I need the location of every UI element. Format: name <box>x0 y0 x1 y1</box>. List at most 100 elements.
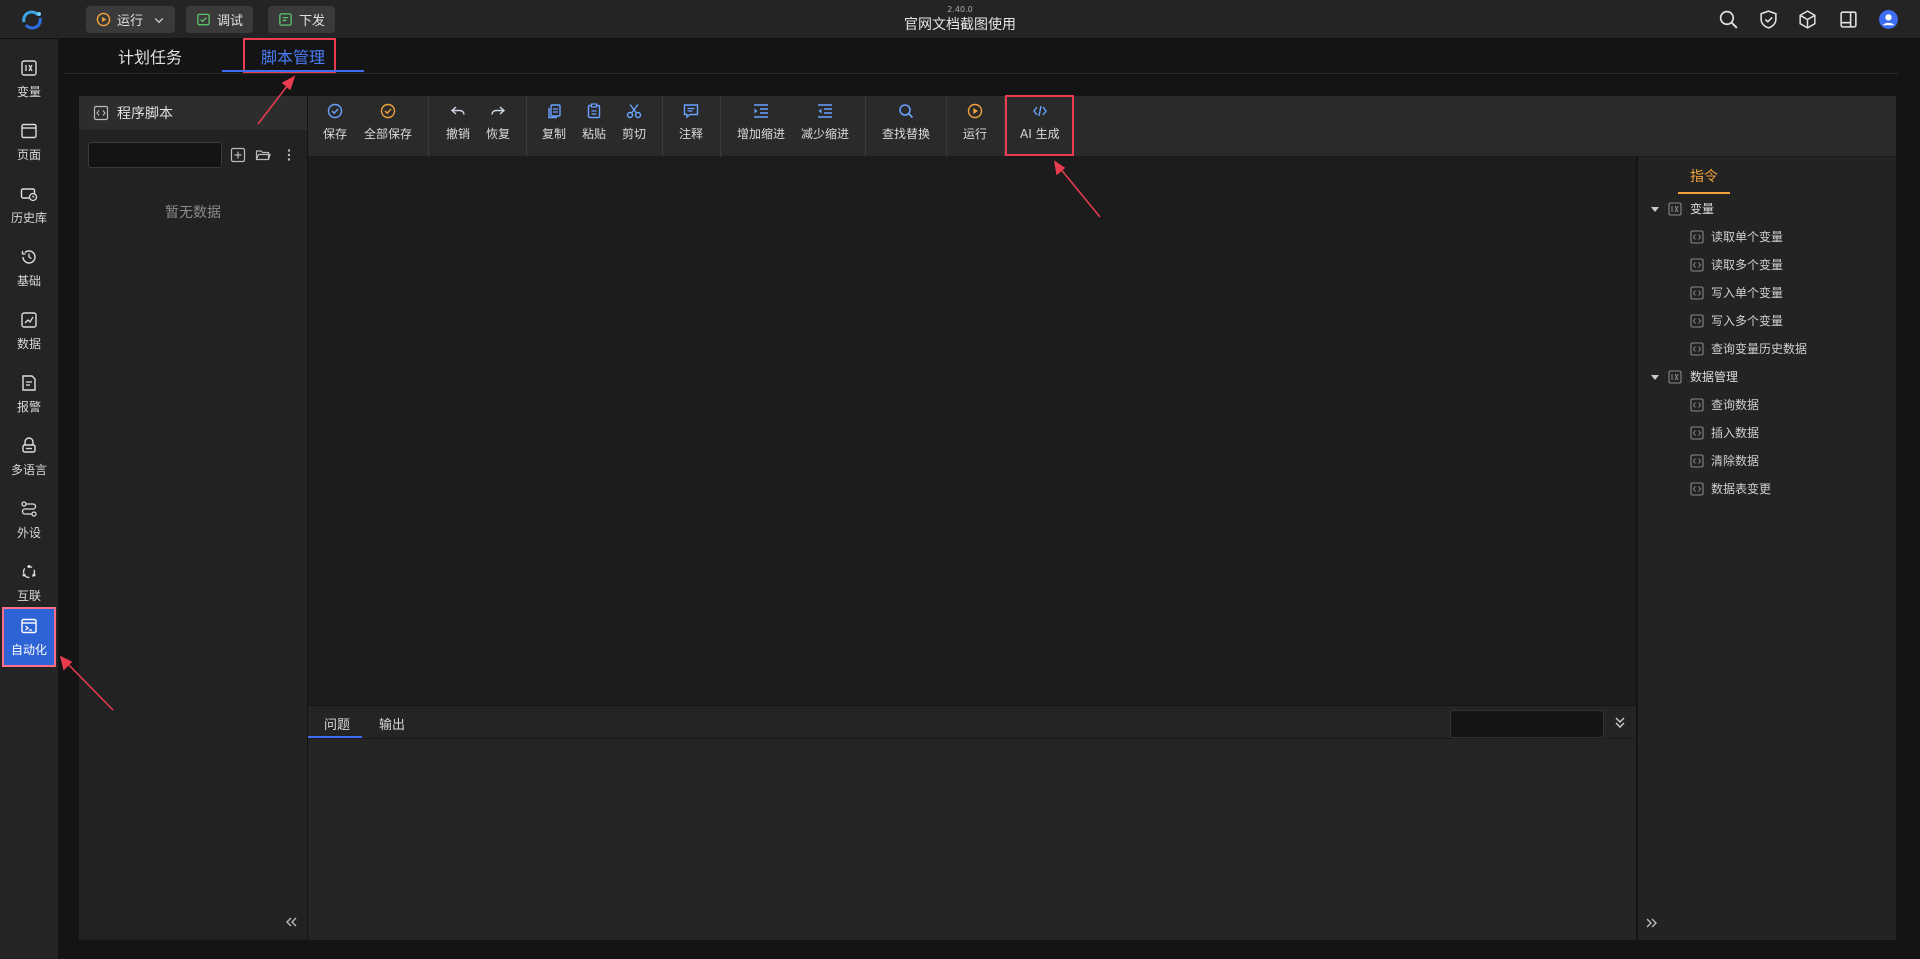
sidebar-item-automation[interactable]: 自动化 <box>2 607 56 667</box>
tab-problems[interactable]: 问题 <box>324 714 350 733</box>
layout-icon[interactable] <box>1838 9 1859 30</box>
sidebar-item-label: 页面 <box>16 147 41 162</box>
copy-icon <box>548 104 561 119</box>
redo-icon <box>491 106 506 115</box>
tree-item-read-single-variable[interactable]: 读取单个变量 <box>1690 228 1783 245</box>
variable-icon <box>21 59 37 76</box>
sidebar-item-history-db[interactable]: 历史库 <box>0 176 58 234</box>
toolbar-divider <box>946 96 947 157</box>
tree-item-label: 读取单个变量 <box>1711 230 1784 244</box>
code-file-icon <box>1690 313 1704 328</box>
tab-plan-tasks[interactable]: 计划任务 <box>118 44 182 68</box>
sidebar-item-label: 历史库 <box>10 210 47 225</box>
indent-button[interactable]: 增加缩进 <box>737 102 785 142</box>
app-version: 2.40.0 <box>947 5 973 14</box>
tree-item-clear-data[interactable]: 清除数据 <box>1690 452 1759 469</box>
user-avatar-icon[interactable] <box>1878 9 1899 30</box>
comment-icon <box>683 104 699 119</box>
tree-item-query-data[interactable]: 查询数据 <box>1690 396 1759 413</box>
tree-item-write-multiple-variables[interactable]: 写入多个变量 <box>1690 312 1783 329</box>
variable-group-icon <box>1668 201 1682 216</box>
code-editor[interactable] <box>308 157 1636 705</box>
tab-output[interactable]: 输出 <box>379 714 405 733</box>
paste-icon <box>587 103 601 119</box>
toolbar-divider <box>720 96 721 157</box>
comment-button[interactable]: 注释 <box>679 102 703 142</box>
script-panel-header: 程序脚本 <box>79 96 307 130</box>
empty-state-text: 暂无数据 <box>165 205 221 221</box>
sidebar-item-label: 互联 <box>16 588 41 603</box>
app-title: 官网文档截图使用 <box>904 17 1016 33</box>
run-script-button[interactable]: 运行 <box>963 102 987 142</box>
package-icon[interactable] <box>1797 9 1818 30</box>
sidebar-item-data[interactable]: 数据 <box>0 302 58 360</box>
outdent-icon <box>818 104 832 118</box>
code-file-icon <box>1690 341 1704 356</box>
redo-button[interactable]: 恢复 <box>486 102 510 142</box>
tree-item-query-variable-history[interactable]: 查询变量历史数据 <box>1690 340 1807 357</box>
caret-down-icon[interactable] <box>1650 204 1660 214</box>
script-search-input[interactable] <box>88 142 222 168</box>
history-db-icon <box>20 187 38 201</box>
tree-item-write-single-variable[interactable]: 写入单个变量 <box>1690 284 1783 301</box>
search-icon[interactable] <box>1718 9 1739 30</box>
tree-item-label: 数据表变更 <box>1711 482 1772 496</box>
tab-script-management[interactable]: 脚本管理 <box>261 44 325 68</box>
ai-code-icon <box>1032 105 1047 117</box>
cut-button[interactable]: 剪切 <box>622 102 646 142</box>
code-file-icon <box>1690 453 1704 468</box>
tree-group-data-management[interactable]: 数据管理 <box>1650 368 1738 385</box>
tree-item-insert-data[interactable]: 插入数据 <box>1690 424 1759 441</box>
toolbar-divider <box>526 96 527 157</box>
more-options-icon[interactable] <box>281 147 297 163</box>
annotation-arrowhead <box>281 75 296 91</box>
toolbar-divider <box>865 96 866 157</box>
sidebar-item-alarm[interactable]: 报警 <box>0 365 58 423</box>
peripheral-icon <box>21 500 37 517</box>
tree-item-label: 读取多个变量 <box>1711 258 1784 272</box>
tree-item-table-change[interactable]: 数据表变更 <box>1690 480 1771 497</box>
save-button[interactable]: 保存 <box>323 102 347 142</box>
undo-button[interactable]: 撤销 <box>446 102 470 142</box>
automation-icon <box>21 618 37 633</box>
alarm-doc-icon <box>22 374 36 391</box>
output-panel <box>308 706 1636 940</box>
sidebar-item-basic[interactable]: 基础 <box>0 239 58 297</box>
cut-label: 剪切 <box>622 127 647 141</box>
save-check-icon <box>327 103 343 119</box>
output-filter-input[interactable] <box>1450 710 1604 738</box>
tree-item-label: 查询变量历史数据 <box>1711 342 1808 356</box>
collapse-left-icon[interactable] <box>281 912 301 932</box>
copy-button[interactable]: 复制 <box>542 102 566 142</box>
code-file-icon <box>1690 481 1704 496</box>
sidebar-item-label: 外设 <box>16 525 41 540</box>
open-folder-icon[interactable] <box>255 147 271 163</box>
tree-group-variables[interactable]: 变量 <box>1650 200 1714 217</box>
sidebar-item-peripheral[interactable]: 外设 <box>0 491 58 549</box>
code-file-icon <box>1690 229 1704 244</box>
script-list-panel <box>79 96 307 940</box>
caret-down-icon[interactable] <box>1650 372 1660 382</box>
tab-instructions[interactable]: 指令 <box>1690 166 1718 186</box>
sidebar-item-variables[interactable]: 变量 <box>0 50 58 108</box>
run-script-label: 运行 <box>963 127 988 141</box>
tree-item-read-multiple-variables[interactable]: 读取多个变量 <box>1690 256 1783 273</box>
collapse-right-icon[interactable] <box>1642 913 1662 933</box>
active-right-tab-indicator <box>1678 192 1730 194</box>
sidebar-item-interconnect[interactable]: 互联 <box>0 554 58 612</box>
tree-group-label: 数据管理 <box>1690 370 1739 384</box>
outdent-button[interactable]: 减少缩进 <box>801 102 849 142</box>
find-replace-button[interactable]: 查找替换 <box>882 102 930 142</box>
annotation-arrowhead <box>59 655 73 671</box>
shield-check-icon[interactable] <box>1758 9 1779 30</box>
sidebar-item-pages[interactable]: 页面 <box>0 113 58 171</box>
interconnect-icon <box>22 564 36 578</box>
code-file-icon <box>93 105 109 121</box>
save-label: 保存 <box>323 127 348 141</box>
collapse-down-icon[interactable] <box>1610 713 1630 733</box>
sidebar-item-language[interactable]: 多语言 <box>0 428 58 486</box>
save-all-button[interactable]: 全部保存 <box>364 102 412 142</box>
paste-button[interactable]: 粘贴 <box>582 102 606 142</box>
ai-generate-button[interactable]: AI 生成 <box>1020 102 1060 142</box>
add-script-icon[interactable] <box>230 147 246 163</box>
